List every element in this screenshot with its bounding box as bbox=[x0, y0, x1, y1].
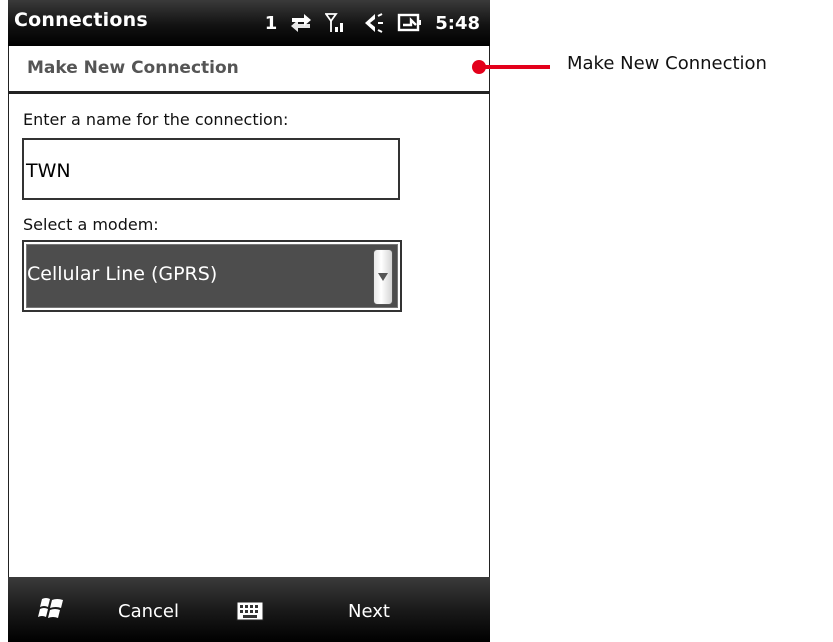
windows-start-icon[interactable] bbox=[38, 595, 66, 625]
soft-key-bar: Cancel Next bbox=[8, 577, 490, 642]
connection-name-label: Enter a name for the connection: bbox=[23, 110, 289, 129]
modem-select-field[interactable]: Cellular Line (GPRS) bbox=[26, 244, 398, 308]
clock[interactable]: 5:48 bbox=[435, 13, 480, 34]
data-transfer-icon bbox=[289, 12, 313, 34]
signal-strength-icon bbox=[325, 12, 349, 34]
page-header: Make New Connection bbox=[8, 46, 490, 91]
keyboard-icon[interactable] bbox=[236, 601, 264, 625]
app-title: Connections bbox=[14, 9, 148, 31]
dropdown-arrow-button[interactable] bbox=[373, 249, 393, 305]
form-content: Enter a name for the connection: TWN Sel… bbox=[8, 94, 490, 577]
speaker-icon bbox=[361, 12, 385, 34]
modem-selected-value: Cellular Line (GPRS) bbox=[27, 263, 218, 285]
callout-line bbox=[484, 65, 550, 69]
battery-charging-icon bbox=[397, 12, 423, 34]
modem-label: Select a modem: bbox=[23, 215, 159, 234]
notification-count[interactable]: 1 bbox=[265, 13, 278, 34]
status-icons: 1 5:48 bbox=[265, 8, 480, 38]
cancel-button[interactable]: Cancel bbox=[118, 601, 179, 622]
connection-name-input[interactable]: TWN bbox=[22, 138, 400, 200]
modem-select[interactable]: Cellular Line (GPRS) bbox=[22, 240, 402, 312]
page-title: Make New Connection bbox=[27, 58, 239, 78]
callout-label: Make New Connection bbox=[567, 53, 767, 74]
next-button[interactable]: Next bbox=[348, 601, 390, 622]
phone-screen: Connections 1 5:48 Make New Connection E… bbox=[8, 0, 490, 642]
status-bar: Connections 1 5:48 bbox=[8, 0, 490, 46]
chevron-down-icon bbox=[378, 273, 388, 281]
